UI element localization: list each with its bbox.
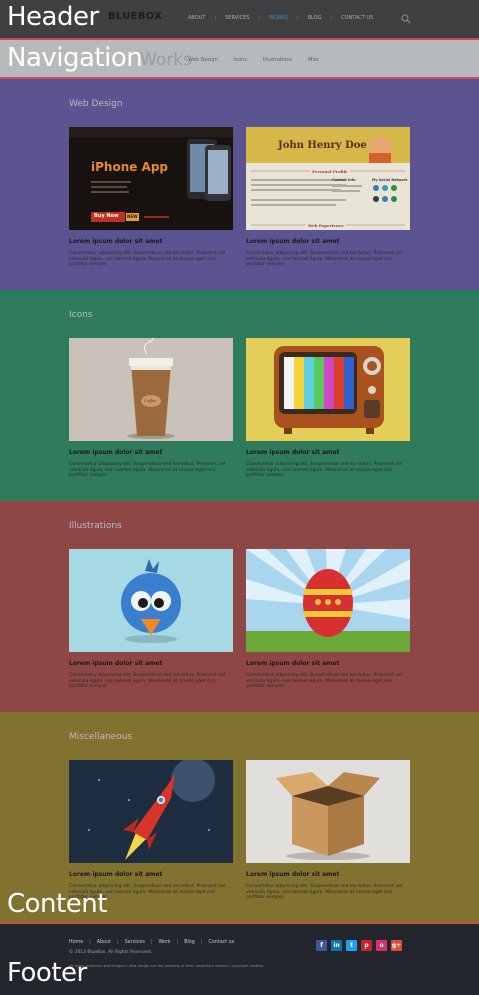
nav-about[interactable]: ABOUT (188, 15, 205, 21)
footer-separator: | (176, 940, 179, 945)
nav-contact[interactable]: CONTACT US (341, 15, 373, 21)
copyright: © 2013 BlueBox. All Rights Reserved. (69, 950, 152, 955)
resume-social-heading: My Social Network (372, 178, 408, 182)
card-rocket[interactable]: Lorem ipsum dolor sit amet Consectetur a… (69, 760, 233, 901)
footer-separator: | (150, 940, 153, 945)
card-title[interactable]: Lorem ipsum dolor sit amet (246, 238, 410, 245)
card-iphone-app[interactable]: iPhone App Buy Now NEW Lorem ipsum dolor… (69, 127, 233, 268)
resume-contact-heading: Contact Info (332, 178, 356, 182)
iphone-app-heading: iPhone App (91, 160, 169, 174)
social-links: f in t p o g+ (316, 940, 406, 951)
coffee-label: Coffee (144, 398, 157, 403)
rocket-thumb[interactable] (69, 760, 233, 863)
box-thumb[interactable] (246, 760, 410, 863)
resume-experience-heading: Web Experience (306, 223, 346, 228)
footer-separator: | (200, 940, 203, 945)
card-text: Consectetur adipiscing elit. Suspendisse… (246, 673, 403, 690)
buy-now-label: Buy Now (94, 213, 119, 219)
nav-separator: | (214, 15, 217, 21)
footer-link-services[interactable]: Services (125, 940, 145, 945)
section-title: Icons (69, 310, 93, 320)
coffee-thumb[interactable]: Coffee (69, 338, 233, 441)
subnav-illustrations[interactable]: Illustrations (263, 57, 292, 63)
nav-separator: | (296, 15, 299, 21)
card-title[interactable]: Lorem ipsum dolor sit amet (246, 449, 410, 456)
card-resume[interactable]: John Henry Doe Personal Profile Contact … (246, 127, 410, 268)
retro-tv-image (246, 338, 410, 441)
section-icons: Icons Coffee Lorem ipsum dolor sit amet … (0, 290, 479, 501)
subnav-web-design[interactable]: Web Design (188, 57, 218, 63)
footer-link-work[interactable]: Work (158, 940, 170, 945)
resume-profile-heading: Personal Profile (310, 169, 350, 174)
section-title: Web Design (69, 99, 123, 109)
subnav-icons[interactable]: Icons (234, 57, 247, 63)
easter-egg-thumb[interactable] (246, 549, 410, 652)
nav-works[interactable]: WORKS (269, 15, 288, 21)
iphone-app-thumb[interactable]: iPhone App Buy Now NEW (69, 127, 233, 230)
tv-thumb[interactable] (246, 338, 410, 441)
resume-name: John Henry Doe (278, 140, 367, 151)
footer-link-contact[interactable]: Contact us (208, 940, 234, 945)
footer-link-about[interactable]: About (97, 940, 111, 945)
google-plus-icon[interactable]: g+ (391, 940, 402, 951)
card-title[interactable]: Lorem ipsum dolor sit amet (69, 238, 233, 245)
search-icon[interactable] (401, 14, 411, 24)
blue-bird-image (69, 549, 233, 652)
linkedin-icon[interactable]: in (331, 940, 342, 951)
card-text: Consectetur adipiscing elit. Suspendisse… (246, 251, 403, 268)
card-text: Consectetur adipiscing elit. Suspendisse… (69, 251, 226, 268)
card-box[interactable]: Lorem ipsum dolor sit amet Consectetur a… (246, 760, 410, 901)
card-title[interactable]: Lorem ipsum dolor sit amet (246, 660, 410, 667)
footer-links: Home | About | Services | Work | Blog | … (69, 940, 234, 945)
dribbble-icon[interactable]: o (376, 940, 387, 951)
section-web-design: Web Design iPhone App Buy Now NEW Lorem … (0, 79, 479, 290)
section-title: Miscellaneous (69, 732, 133, 742)
logo[interactable]: BLUEBOX (108, 11, 162, 22)
subnav-misc[interactable]: Misc (308, 57, 319, 63)
overlay-label-content: Content (7, 889, 107, 919)
coffee-cup-image (69, 338, 233, 441)
overlay-label-header: Header (7, 2, 99, 32)
footer-link-home[interactable]: Home (69, 940, 83, 945)
footer-separator: | (89, 940, 91, 945)
nav-blog[interactable]: BLOG (308, 15, 322, 21)
pinterest-icon[interactable]: p (361, 940, 372, 951)
card-title[interactable]: Lorem ipsum dolor sit amet (69, 660, 233, 667)
card-bird[interactable]: Lorem ipsum dolor sit amet Consectetur a… (69, 549, 233, 690)
footer-link-blog[interactable]: Blog (184, 940, 195, 945)
footer-disclaimer: All logos, artworks and images in this d… (69, 964, 265, 968)
card-tv-icon[interactable]: Lorem ipsum dolor sit amet Consectetur a… (246, 338, 410, 479)
card-title[interactable]: Lorem ipsum dolor sit amet (246, 871, 410, 878)
section-illustrations: Illustrations Lorem ipsum dolor sit amet… (0, 501, 479, 712)
subnav-links: Web Design Icons Illustrations Misc (188, 57, 335, 63)
cardboard-box-image (246, 760, 410, 863)
card-text: Consectetur adipiscing elit. Suspendisse… (69, 462, 226, 479)
overlay-label-footer: Footer (7, 958, 87, 988)
bird-thumb[interactable] (69, 549, 233, 652)
rocket-image (69, 760, 233, 863)
easter-egg-image (246, 549, 410, 652)
new-badge: NEW (127, 214, 138, 219)
card-text: Consectetur adipiscing elit. Suspendisse… (246, 884, 403, 901)
main-nav: ABOUT | SERVICES | WORKS | BLOG | CONTAC… (188, 15, 373, 21)
card-text: Consectetur adipiscing elit. Suspendisse… (246, 462, 403, 479)
nav-separator: | (330, 15, 333, 21)
overlay-label-navigation: Navigation (7, 43, 143, 73)
resume-thumb[interactable]: John Henry Doe Personal Profile Contact … (246, 127, 410, 230)
footer-separator: | (116, 940, 119, 945)
card-text: Consectetur adipiscing elit. Suspendisse… (69, 673, 226, 690)
card-coffee-icon[interactable]: Coffee Lorem ipsum dolor sit amet Consec… (69, 338, 233, 479)
card-easter-egg[interactable]: Lorem ipsum dolor sit amet Consectetur a… (246, 549, 410, 690)
facebook-icon[interactable]: f (316, 940, 327, 951)
card-title[interactable]: Lorem ipsum dolor sit amet (69, 871, 233, 878)
nav-services[interactable]: SERVICES (225, 15, 249, 21)
subnav-title: Works (140, 50, 192, 70)
nav-separator: | (258, 15, 261, 21)
section-title: Illustrations (69, 521, 122, 531)
twitter-icon[interactable]: t (346, 940, 357, 951)
card-title[interactable]: Lorem ipsum dolor sit amet (69, 449, 233, 456)
